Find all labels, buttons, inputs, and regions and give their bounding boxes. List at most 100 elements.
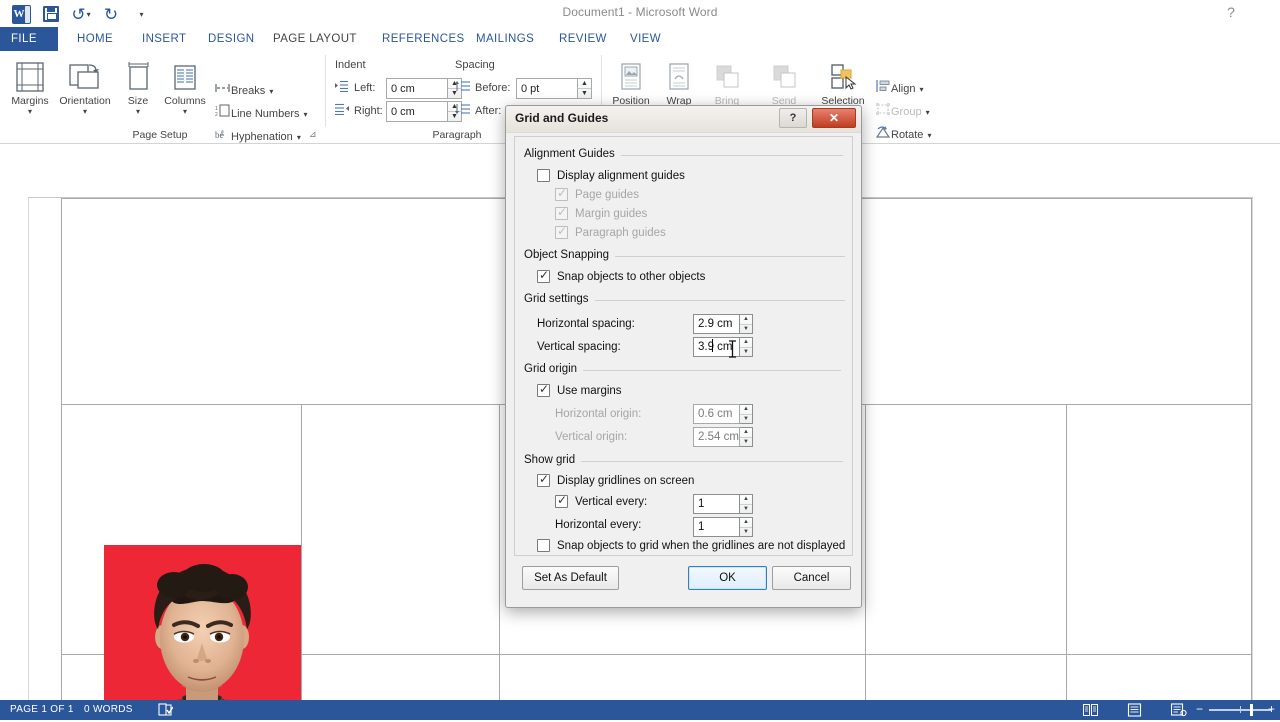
zoom-in-button[interactable]: + — [1268, 703, 1275, 715]
print-layout-icon[interactable] — [1127, 703, 1142, 717]
align-button[interactable]: Align ▾ — [874, 79, 924, 99]
page-setup-dialog-launcher[interactable]: ⊿ — [309, 129, 320, 140]
web-layout-icon[interactable] — [1170, 703, 1187, 717]
tab-review[interactable]: REVIEW — [548, 27, 618, 51]
portrait-photo[interactable] — [104, 545, 301, 700]
rotate-button[interactable]: Rotate ▾ — [874, 125, 932, 145]
wrap-text-icon — [652, 55, 706, 93]
margins-button[interactable]: Margins ▾ — [3, 55, 57, 116]
orientation-button[interactable]: Orientation ▾ — [56, 55, 114, 116]
indent-left-input[interactable]: 0 cm — [386, 78, 448, 99]
line-numbers-caret-icon[interactable]: ▾ — [304, 110, 308, 119]
display-gridlines-checkbox[interactable] — [537, 472, 550, 487]
vertical-spacing-spinner[interactable]: ▲ ▼ — [740, 337, 753, 357]
word-count[interactable]: 0 WORDS — [84, 704, 133, 716]
orientation-icon — [56, 55, 114, 93]
bring-forward-button[interactable]: Bring — [700, 55, 754, 107]
spacing-before-spinner[interactable]: ▲ ▼ — [578, 78, 592, 99]
group-button[interactable]: Group ▾ — [874, 102, 930, 122]
vertical-every-checkbox[interactable] — [555, 493, 568, 508]
ok-button[interactable]: OK — [688, 566, 767, 590]
use-margins-label[interactable]: Use margins — [557, 385, 622, 397]
zoom-out-button[interactable]: − — [1196, 703, 1203, 715]
tab-file[interactable]: FILE — [0, 27, 58, 51]
selection-pane-button[interactable]: Selection — [812, 55, 874, 107]
line-numbers-button[interactable]: 12 Line Numbers ▾ — [214, 104, 308, 124]
horizontal-origin-input[interactable]: 0.6 cm — [693, 404, 740, 424]
table-col-border-2 — [301, 404, 302, 700]
tab-insert[interactable]: INSERT — [131, 27, 197, 51]
indent-header: Indent — [335, 59, 366, 71]
snap-when-hidden-label[interactable]: Snap objects to grid when the gridlines … — [557, 540, 845, 552]
align-caret-icon[interactable]: ▾ — [920, 85, 924, 94]
vertical-every-spinner[interactable]: ▲ ▼ — [740, 494, 753, 514]
tab-references[interactable]: REFERENCES — [371, 27, 476, 51]
zoom-slider-handle[interactable] — [1250, 704, 1253, 716]
proofing-icon[interactable] — [158, 703, 174, 717]
dialog-help-button[interactable]: ? — [779, 108, 807, 128]
margin-guides-label[interactable]: Margin guides — [575, 208, 647, 220]
vertical-every-input[interactable]: 1 — [693, 494, 740, 514]
page-guides-label[interactable]: Page guides — [575, 189, 639, 201]
display-alignment-guides-checkbox[interactable] — [537, 169, 550, 182]
horizontal-every-input[interactable]: 1 — [693, 517, 740, 537]
margin-guides-checkbox[interactable] — [555, 205, 568, 220]
tab-page-layout[interactable]: PAGE LAYOUT — [262, 27, 368, 51]
read-mode-icon[interactable] — [1083, 703, 1098, 717]
dialog-close-button[interactable]: ✕ — [812, 108, 856, 128]
tab-home[interactable]: HOME — [66, 27, 124, 51]
set-as-default-button[interactable]: Set As Default — [522, 566, 619, 590]
paragraph-guides-checkbox[interactable] — [555, 224, 568, 239]
page-indicator[interactable]: PAGE 1 OF 1 — [10, 704, 74, 716]
selection-pane-icon — [812, 55, 874, 93]
group-icon — [874, 102, 891, 122]
spacing-before-label: Before: — [475, 82, 511, 94]
group-caret-icon[interactable]: ▾ — [926, 108, 930, 117]
tab-view[interactable]: VIEW — [619, 27, 672, 51]
grid-and-guides-dialog[interactable]: Grid and Guides ? ✕ Alignment Guides Dis… — [505, 105, 862, 608]
text-cursor-icon — [728, 340, 737, 358]
line-numbers-icon: 12 — [214, 104, 231, 124]
hyphenation-caret-icon[interactable]: ▾ — [297, 133, 301, 142]
paragraph-guides-label[interactable]: Paragraph guides — [575, 227, 666, 239]
display-gridlines-label[interactable]: Display gridlines on screen — [557, 475, 694, 487]
size-button[interactable]: Size ▾ — [118, 55, 158, 116]
columns-caret-icon[interactable]: ▾ — [160, 108, 210, 116]
horizontal-spacing-input[interactable]: 2.9 cm — [693, 314, 740, 334]
cancel-button[interactable]: Cancel — [772, 566, 851, 590]
vertical-spacing-label: Vertical spacing: — [537, 341, 621, 353]
snap-objects-to-objects-label[interactable]: Snap objects to other objects — [557, 271, 705, 283]
orientation-caret-icon[interactable]: ▾ — [56, 108, 114, 116]
horizontal-spacing-spinner[interactable]: ▲ ▼ — [740, 314, 753, 334]
indent-right-input[interactable]: 0 cm — [386, 101, 448, 122]
position-button[interactable]: Position — [604, 55, 658, 107]
rotate-caret-icon[interactable]: ▾ — [927, 131, 931, 140]
columns-button[interactable]: Columns ▾ — [160, 55, 210, 116]
display-alignment-guides-label[interactable]: Display alignment guides — [557, 170, 685, 182]
line-numbers-label: Line Numbers — [231, 108, 300, 120]
snap-when-hidden-checkbox[interactable] — [537, 539, 550, 552]
wrap-text-button[interactable]: Wrap — [652, 55, 706, 107]
breaks-caret-icon[interactable]: ▾ — [269, 87, 273, 96]
dialog-title-bar[interactable]: Grid and Guides ? ✕ — [506, 106, 861, 133]
tab-design[interactable]: DESIGN — [197, 27, 266, 51]
spacing-before-input[interactable]: 0 pt — [516, 78, 578, 99]
svg-text:2: 2 — [215, 112, 218, 117]
tab-mailings[interactable]: MAILINGS — [465, 27, 545, 51]
horizontal-origin-spinner[interactable]: ▲ ▼ — [740, 404, 753, 424]
breaks-button[interactable]: Breaks ▾ — [214, 81, 273, 101]
alignment-guides-header: Alignment Guides — [524, 148, 843, 160]
margins-icon — [3, 55, 57, 93]
vertical-every-label[interactable]: Vertical every: — [575, 496, 647, 508]
ribbon-tab-strip: FILE HOME INSERT DESIGN PAGE LAYOUT REFE… — [0, 27, 1280, 51]
vertical-origin-input[interactable]: 2.54 cm — [693, 427, 740, 447]
page-guides-checkbox[interactable] — [555, 186, 568, 201]
use-margins-checkbox[interactable] — [537, 382, 550, 397]
send-backward-button[interactable]: Send — [757, 55, 811, 107]
snap-objects-to-objects-checkbox[interactable] — [537, 268, 550, 283]
vertical-origin-spinner[interactable]: ▲ ▼ — [740, 427, 753, 447]
help-icon[interactable]: ? — [1222, 4, 1240, 22]
horizontal-every-spinner[interactable]: ▲ ▼ — [740, 517, 753, 537]
margins-caret-icon[interactable]: ▾ — [3, 108, 57, 116]
size-caret-icon[interactable]: ▾ — [118, 108, 158, 116]
